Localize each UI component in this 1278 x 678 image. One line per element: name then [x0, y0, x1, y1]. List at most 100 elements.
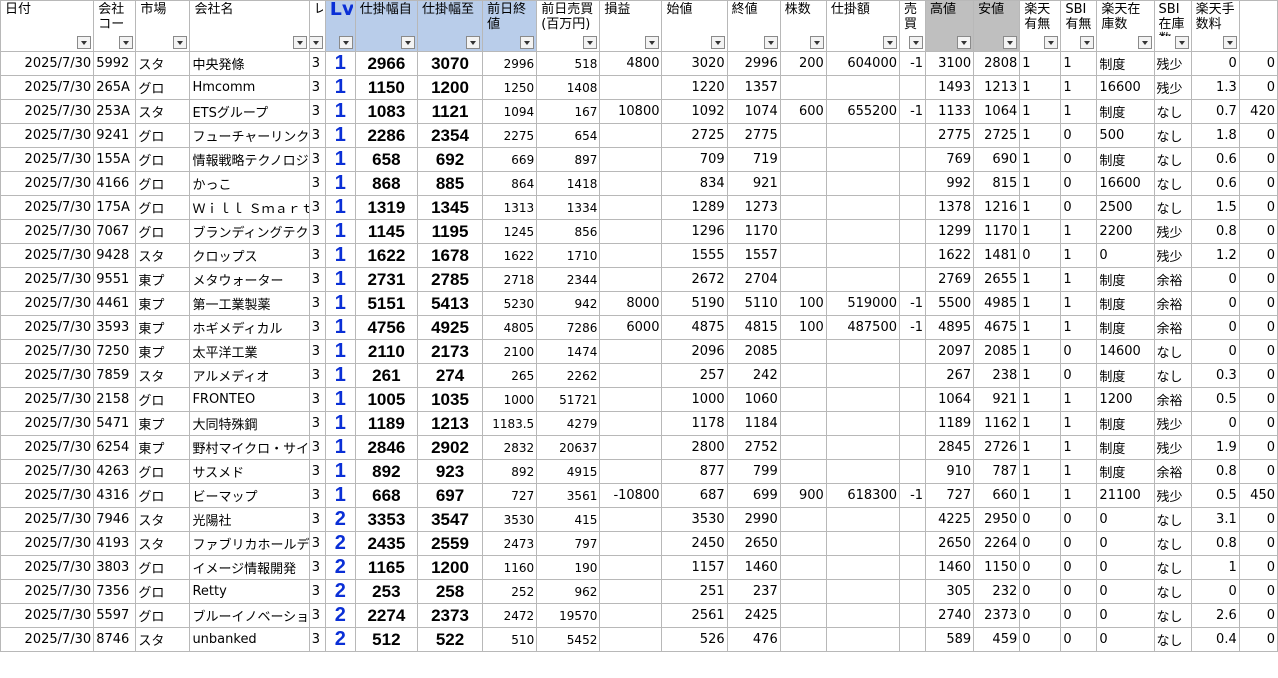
rakuten-stock-cell[interactable]: 制度 [1096, 51, 1155, 76]
range-to-cell[interactable]: 258 [416, 579, 484, 604]
market-cell[interactable]: 東プ [135, 291, 191, 316]
amount-cell[interactable] [825, 363, 901, 388]
extra-cell[interactable]: 0 [1238, 411, 1278, 436]
close-cell[interactable]: 2650 [726, 531, 781, 556]
lv-cell[interactable]: 2 [324, 507, 356, 532]
rakuten-avail-cell[interactable]: 1 [1019, 123, 1062, 148]
buy-sell-cell[interactable]: -1 [898, 51, 927, 76]
prev-volume-cell[interactable]: 654 [536, 123, 601, 148]
col-header-low[interactable]: 安値 [973, 0, 1021, 52]
re-cell[interactable]: 3 [308, 171, 326, 196]
col-header-date[interactable]: 日付 [0, 0, 95, 52]
rakuten-stock-cell[interactable]: 制度 [1096, 459, 1155, 484]
code-cell[interactable]: 9428 [93, 243, 137, 268]
pnl-cell[interactable] [599, 147, 663, 172]
shares-cell[interactable] [779, 123, 827, 148]
market-cell[interactable]: スタ [135, 51, 191, 76]
sbi-stock-cell[interactable]: なし [1153, 555, 1192, 580]
high-cell[interactable]: 4895 [925, 315, 975, 340]
extra-cell[interactable]: 0 [1238, 195, 1278, 220]
low-cell[interactable]: 4675 [973, 315, 1021, 340]
buy-sell-cell[interactable] [898, 195, 927, 220]
high-cell[interactable]: 1378 [925, 195, 975, 220]
range-from-cell[interactable]: 892 [354, 459, 418, 484]
code-cell[interactable]: 4166 [93, 171, 137, 196]
close-cell[interactable]: 1074 [726, 99, 781, 124]
sbi-stock-cell[interactable]: なし [1153, 99, 1192, 124]
extra-cell[interactable]: 0 [1238, 603, 1278, 628]
extra-cell[interactable]: 0 [1238, 267, 1278, 292]
prev-close-cell[interactable]: 2472 [482, 603, 538, 628]
col-header-high[interactable]: 高値 [925, 0, 975, 52]
shares-cell[interactable] [779, 363, 827, 388]
pnl-cell[interactable] [599, 219, 663, 244]
lv-cell[interactable]: 1 [324, 123, 356, 148]
rakuten-stock-cell[interactable]: 制度 [1096, 315, 1155, 340]
name-cell[interactable]: ファブリカホールディングス [189, 531, 310, 556]
name-cell[interactable]: Retty [189, 579, 310, 604]
prev-volume-cell[interactable]: 167 [536, 99, 601, 124]
market-cell[interactable]: グロ [135, 147, 191, 172]
open-cell[interactable]: 2725 [661, 123, 728, 148]
col-header-market[interactable]: 市場 [135, 0, 191, 52]
range-from-cell[interactable]: 1150 [354, 75, 418, 100]
open-cell[interactable]: 1178 [661, 411, 728, 436]
low-cell[interactable]: 1064 [973, 99, 1021, 124]
name-cell[interactable]: Hmcomm [189, 75, 310, 100]
date-cell[interactable]: 2025/7/30 [0, 267, 95, 292]
col-header-rakuten-avail[interactable]: 楽天有無 [1019, 0, 1062, 52]
prev-close-cell[interactable]: 2100 [482, 339, 538, 364]
range-to-cell[interactable]: 3070 [416, 51, 484, 76]
re-cell[interactable]: 3 [308, 267, 326, 292]
date-cell[interactable]: 2025/7/30 [0, 219, 95, 244]
sbi-stock-cell[interactable]: なし [1153, 603, 1192, 628]
open-cell[interactable]: 877 [661, 459, 728, 484]
name-cell[interactable]: フューチャーリンクネットワーク [189, 123, 310, 148]
pnl-cell[interactable] [599, 435, 663, 460]
buy-sell-cell[interactable] [898, 147, 927, 172]
prev-close-cell[interactable]: 4805 [482, 315, 538, 340]
amount-cell[interactable] [825, 123, 901, 148]
sbi-stock-cell[interactable]: なし [1153, 507, 1192, 532]
rakuten-stock-cell[interactable]: 14600 [1096, 339, 1155, 364]
amount-cell[interactable]: 519000 [825, 291, 901, 316]
sbi-stock-cell[interactable]: 残少 [1153, 411, 1192, 436]
date-cell[interactable]: 2025/7/30 [0, 243, 95, 268]
close-cell[interactable]: 699 [726, 483, 781, 508]
sbi-avail-cell[interactable]: 1 [1060, 219, 1098, 244]
close-cell[interactable]: 2704 [726, 267, 781, 292]
shares-cell[interactable] [779, 555, 827, 580]
shares-cell[interactable]: 900 [779, 483, 827, 508]
amount-cell[interactable]: 618300 [825, 483, 901, 508]
name-cell[interactable]: 野村マイクロ・サイエンス [189, 435, 310, 460]
filter-dropdown-icon[interactable] [310, 36, 323, 49]
sbi-avail-cell[interactable]: 1 [1060, 99, 1098, 124]
buy-sell-cell[interactable]: -1 [898, 315, 927, 340]
re-cell[interactable]: 3 [308, 195, 326, 220]
date-cell[interactable]: 2025/7/30 [0, 411, 95, 436]
amount-cell[interactable] [825, 339, 901, 364]
date-cell[interactable]: 2025/7/30 [0, 387, 95, 412]
shares-cell[interactable] [779, 507, 827, 532]
range-to-cell[interactable]: 1213 [416, 411, 484, 436]
pnl-cell[interactable] [599, 555, 663, 580]
range-from-cell[interactable]: 868 [354, 171, 418, 196]
rakuten-stock-cell[interactable]: 21100 [1096, 483, 1155, 508]
lv-cell[interactable]: 2 [324, 579, 356, 604]
rakuten-stock-cell[interactable]: 制度 [1096, 363, 1155, 388]
open-cell[interactable]: 1220 [661, 75, 728, 100]
name-cell[interactable]: ブランディングテクノロジー [189, 219, 310, 244]
high-cell[interactable]: 769 [925, 147, 975, 172]
filter-dropdown-icon[interactable] [77, 36, 92, 49]
market-cell[interactable]: グロ [135, 171, 191, 196]
range-to-cell[interactable]: 1678 [416, 243, 484, 268]
rakuten-avail-cell[interactable]: 1 [1019, 219, 1062, 244]
range-to-cell[interactable]: 3547 [416, 507, 484, 532]
high-cell[interactable]: 2740 [925, 603, 975, 628]
re-cell[interactable]: 3 [308, 75, 326, 100]
name-cell[interactable]: サスメド [189, 459, 310, 484]
low-cell[interactable]: 238 [973, 363, 1021, 388]
date-cell[interactable]: 2025/7/30 [0, 363, 95, 388]
market-cell[interactable]: 東プ [135, 315, 191, 340]
lv-cell[interactable]: 1 [324, 459, 356, 484]
